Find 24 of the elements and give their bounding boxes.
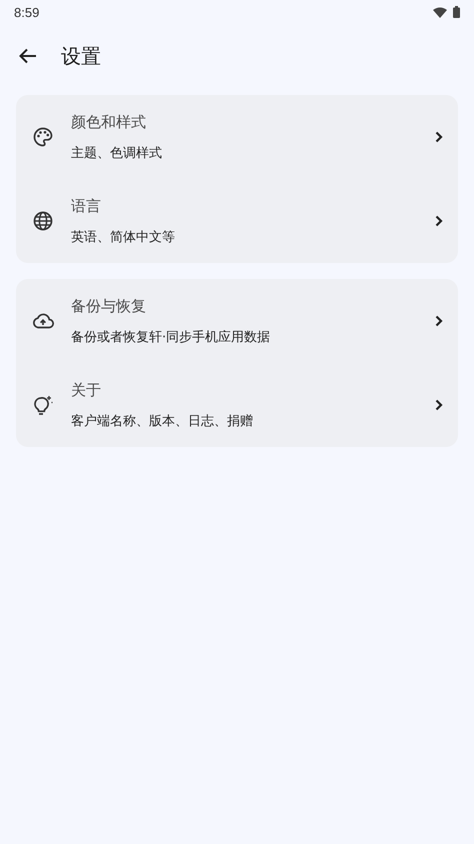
settings-item[interactable]: 语言 英语、简体中文等 [16,179,458,263]
item-title: 语言 [71,196,102,216]
chevron-icon [435,215,443,227]
item-title: 关于 [71,380,102,400]
back-arrow-icon[interactable] [19,48,37,64]
chevron-icon [435,315,443,327]
item-subtitle: 客户端名称、版本、日志、捐赠 [71,412,254,430]
lightbulb-icon [32,394,54,416]
page-title: 设置 [61,42,101,70]
settings-item[interactable]: 关于 客户端名称、版本、日志、捐赠 [16,363,458,447]
palette-icon [32,126,54,148]
chevron-icon [435,131,443,143]
item-title: 颜色和样式 [71,112,147,132]
status-time: 8:59 [14,4,40,20]
chevron-icon [435,399,443,411]
item-title: 备份与恢复 [71,296,147,316]
item-subtitle: 主题、色调样式 [71,144,163,162]
item-subtitle: 备份或者恢复轩·同步手机应用数据 [71,328,272,346]
battery-icon [453,6,460,18]
wifi-icon [433,6,447,18]
settings-item[interactable]: 颜色和样式 主题、色调样式 [16,95,458,179]
item-subtitle: 英语、简体中文等 [71,228,176,246]
globe-icon [32,210,54,232]
settings-item[interactable]: 备份与恢复 备份或者恢复轩·同步手机应用数据 [16,279,458,363]
